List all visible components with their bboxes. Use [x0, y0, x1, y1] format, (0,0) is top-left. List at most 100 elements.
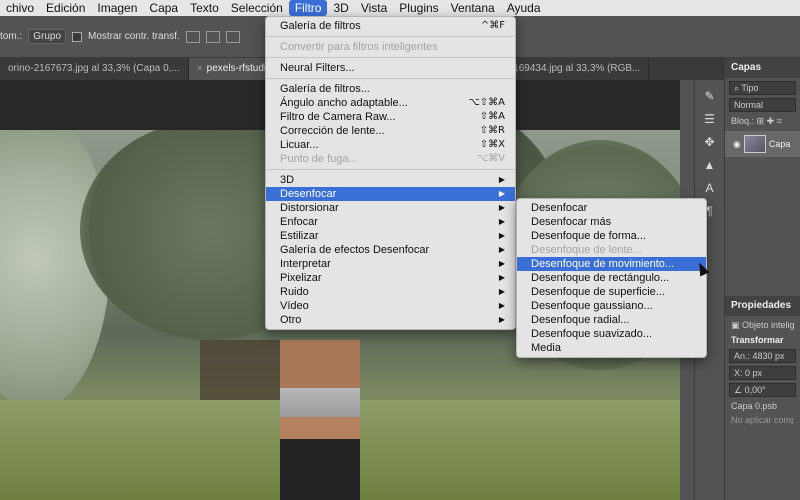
menu-item-desenfoque-de-lente: Desenfoque de lente...: [517, 243, 706, 257]
menu-shortcut: ⌥⌘V: [476, 153, 505, 164]
menu-item-galería-de-filtros[interactable]: Galería de filtros ^⌘F: [266, 19, 515, 33]
group-select[interactable]: Grupo: [28, 29, 67, 44]
menu-item-enfocar[interactable]: Enfocar ▶: [266, 215, 515, 229]
menu-item-ángulo-ancho-adaptable[interactable]: Ángulo ancho adaptable... ⌥⇧⌘A: [266, 96, 515, 110]
blur-submenu: Desenfocar Desenfocar más Desenfoque de fo…: [516, 198, 707, 358]
angle-value: 0,00°: [744, 385, 766, 395]
menu-shortcut: ⇧⌘A: [479, 111, 505, 122]
menu-item-label: Ángulo ancho adaptable...: [280, 97, 408, 109]
menu-chivo[interactable]: chivo: [0, 0, 40, 16]
menu-item-desenfoque-de-superficie[interactable]: Desenfoque de superficie...: [517, 285, 706, 299]
menu-imagen[interactable]: Imagen: [91, 0, 143, 16]
menu-item-galería-de-efectos-desenfocar[interactable]: Galería de efectos Desenfocar ▶: [266, 243, 515, 257]
menu-item-interpretar[interactable]: Interpretar ▶: [266, 257, 515, 271]
menu-item-desenfoque-radial[interactable]: Desenfoque radial...: [517, 313, 706, 327]
menu-edición[interactable]: Edición: [40, 0, 91, 16]
menu-item-label: Otro: [280, 314, 302, 326]
menu-item-3d[interactable]: 3D ▶: [266, 173, 515, 187]
menu-item-pixelizar[interactable]: Pixelizar ▶: [266, 271, 515, 285]
menu-item-desenfoque-de-forma[interactable]: Desenfoque de forma...: [517, 229, 706, 243]
menu-item-label: Punto de fuga...: [280, 153, 358, 165]
smart-object-icon: ▣: [731, 320, 743, 330]
align-left-icon[interactable]: [185, 30, 200, 43]
text-icon[interactable]: A: [701, 181, 719, 195]
menu-shortcut: ⌥⇧⌘A: [468, 97, 505, 108]
submenu-arrow-icon: ▶: [498, 189, 505, 198]
menu-item-corrección-de-lente[interactable]: Corrección de lente... ⇧⌘R: [266, 124, 515, 138]
menu-selección[interactable]: Selección: [225, 0, 289, 16]
sliders-icon[interactable]: ☰: [701, 112, 719, 126]
align-right-icon[interactable]: [225, 30, 240, 43]
menu-filtro[interactable]: Filtro: [288, 0, 328, 16]
angle-field[interactable]: ∠ 0,00°: [729, 383, 796, 397]
submenu-arrow-icon: ▶: [498, 287, 505, 296]
lock-label: Bloq.: ⊞ ✚ ⌗: [731, 116, 794, 127]
menu-item-licuar[interactable]: Licuar... ⇧⌘X: [266, 138, 515, 152]
menu-ayuda[interactable]: Ayuda: [501, 0, 547, 16]
menu-item-label: Galería de filtros...: [280, 83, 370, 95]
layers-panel-title[interactable]: Capas: [725, 58, 800, 78]
tab-document-1[interactable]: orino-2167673.jpg al 33,3% (Capa 0,...: [0, 58, 189, 80]
menu-item-desenfoque-suavizado[interactable]: Desenfoque suavizado...: [517, 327, 706, 341]
smart-object-label: ▣ Objeto intelig: [731, 320, 794, 331]
menu-item-label: Desenfoque de superficie...: [531, 286, 665, 298]
menu-item-label: Galería de efectos Desenfocar: [280, 244, 430, 256]
show-controls-checkbox[interactable]: [72, 31, 83, 42]
menu-item-ruido[interactable]: Ruido ▶: [266, 285, 515, 299]
submenu-arrow-icon: ▶: [498, 301, 505, 310]
menu-plugins[interactable]: Plugins: [393, 0, 444, 16]
adjust-icon[interactable]: ✥: [701, 135, 719, 149]
angle-icon: ∠: [734, 385, 745, 395]
menu-item-label: 3D: [280, 174, 295, 186]
menu-item-otro[interactable]: Otro ▶: [266, 313, 515, 327]
eye-icon[interactable]: ◉: [733, 139, 741, 150]
submenu-arrow-icon: ▶: [498, 175, 505, 184]
menu-item-neural-filters[interactable]: Neural Filters...: [266, 61, 515, 75]
submenu-arrow-icon: ▶: [498, 217, 505, 226]
align-center-icon[interactable]: [205, 30, 220, 43]
stamp-icon[interactable]: ▲: [701, 158, 719, 172]
menu-item-estilizar[interactable]: Estilizar ▶: [266, 229, 515, 243]
menu-item-vídeo[interactable]: Vídeo ▶: [266, 299, 515, 313]
menu-item-desenfoque-de-rectángulo[interactable]: Desenfoque de rectángulo...: [517, 271, 706, 285]
blend-mode-select[interactable]: Normal: [729, 98, 796, 112]
layers-empty-area: [725, 161, 800, 296]
layer-row[interactable]: ◉ Capa: [725, 131, 800, 157]
menu-item-label: Desenfoque radial...: [531, 314, 630, 326]
menu-item-label: Distorsionar: [280, 202, 339, 214]
menu-3d[interactable]: 3D: [327, 0, 354, 16]
menu-separator: [266, 169, 515, 170]
properties-panel-title[interactable]: Propiedades: [725, 296, 800, 316]
menu-item-desenfoque-gaussiano[interactable]: Desenfoque gaussiano...: [517, 299, 706, 313]
menu-item-label: Estilizar: [280, 230, 319, 242]
close-icon[interactable]: ×: [197, 63, 203, 74]
menu-ventana[interactable]: Ventana: [445, 0, 501, 16]
x-field[interactable]: X: 0 px: [729, 366, 796, 380]
menu-item-filtro-de-camera-raw[interactable]: Filtro de Camera Raw... ⇧⌘A: [266, 110, 515, 124]
menu-texto[interactable]: Texto: [184, 0, 225, 16]
menu-item-label: Interpretar: [280, 258, 331, 270]
layer-search-input[interactable]: ⌕ Tipo: [729, 81, 796, 95]
width-field[interactable]: An.: 4830 px: [729, 349, 796, 363]
menu-capa[interactable]: Capa: [143, 0, 184, 16]
menu-item-label: Enfocar: [280, 216, 318, 228]
menu-item-desenfocar[interactable]: Desenfocar: [517, 201, 706, 215]
menu-item-desenfocar[interactable]: Desenfocar ▶: [266, 187, 515, 201]
menu-item-desenfocar-más[interactable]: Desenfocar más: [517, 215, 706, 229]
submenu-arrow-icon: ▶: [498, 273, 505, 282]
menu-item-desenfoque-de-movimiento[interactable]: Desenfoque de movimiento...: [517, 257, 706, 271]
menu-item-label: Media: [531, 342, 561, 354]
lock-icon[interactable]: ⊞ ✚ ⌗: [757, 116, 782, 126]
menu-item-galería-de-filtros[interactable]: Galería de filtros...: [266, 82, 515, 96]
brush-icon[interactable]: ✎: [701, 89, 719, 103]
transform-heading: Transformar: [731, 335, 784, 345]
menu-item-media[interactable]: Media: [517, 341, 706, 355]
submenu-arrow-icon: ▶: [498, 245, 505, 254]
menu-item-distorsionar[interactable]: Distorsionar ▶: [266, 201, 515, 215]
menu-vista[interactable]: Vista: [355, 0, 393, 16]
menu-item-label: Filtro de Camera Raw...: [280, 111, 396, 123]
menu-separator: [266, 78, 515, 79]
filter-menu: Galería de filtros ^⌘F Convertir para filt…: [265, 16, 516, 330]
menu-shortcut: ⇧⌘X: [479, 139, 505, 150]
menu-bar: chivo Edición Imagen Capa Texto Selección Filt…: [0, 0, 800, 16]
